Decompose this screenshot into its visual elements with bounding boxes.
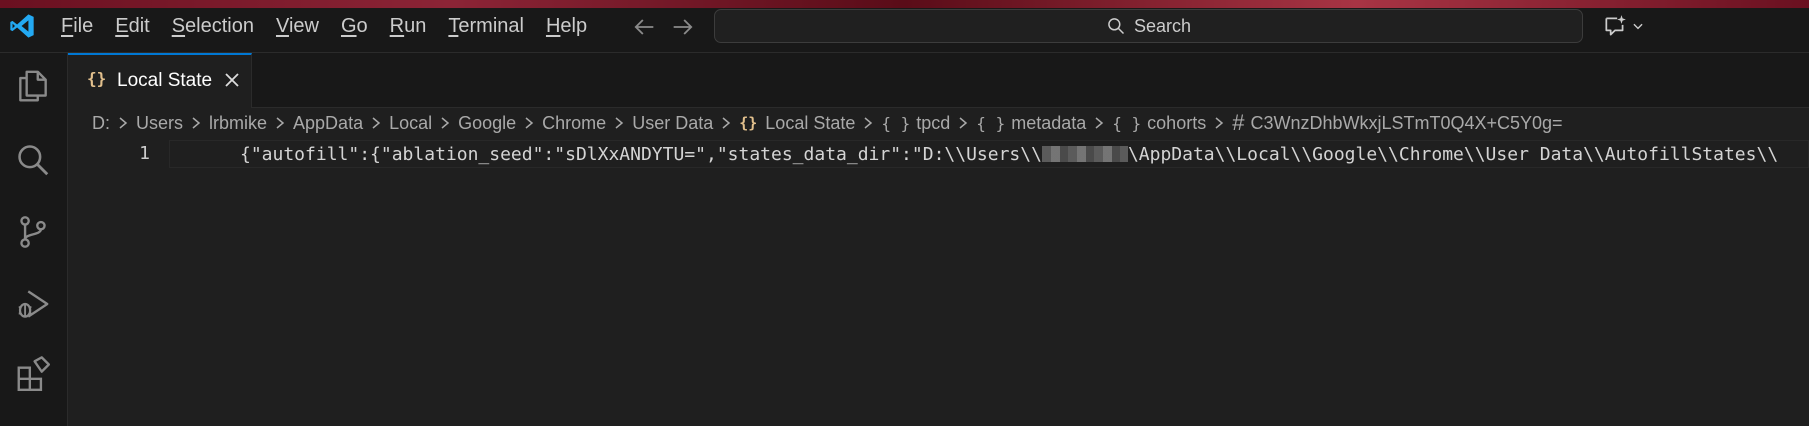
chevron-right-icon <box>276 117 285 129</box>
tab-label: Local State <box>117 70 213 91</box>
editor-area[interactable]: 1 {"autofill":{"ablation_seed":"sDlXxAND… <box>68 140 1809 426</box>
breadcrumb-drive[interactable]: D: <box>92 113 110 134</box>
go-forward-icon[interactable] <box>669 13 697 41</box>
code-text-after: \AppData\\Local\\Google\\Chrome\\User Da… <box>1127 144 1779 165</box>
breadcrumb-folder-user-data[interactable]: User Data <box>632 113 713 134</box>
chevron-right-icon <box>525 117 534 129</box>
go-back-icon[interactable] <box>630 13 658 41</box>
menu-help[interactable]: Help <box>535 0 598 53</box>
chevron-right-icon <box>119 117 128 129</box>
chevron-right-icon <box>1095 117 1104 129</box>
run-and-debug-icon[interactable] <box>14 285 52 323</box>
breadcrumb-folder-users[interactable]: Users <box>136 113 183 134</box>
tab-local-state[interactable]: {} Local State <box>68 53 252 108</box>
code-line[interactable]: {"autofill":{"ablation_seed":"sDlXxANDYT… <box>169 140 1809 168</box>
close-icon[interactable] <box>220 68 244 92</box>
chevron-down-icon <box>1633 23 1643 30</box>
chevron-right-icon <box>864 117 873 129</box>
breadcrumb-folder-appdata[interactable]: AppData <box>293 113 363 134</box>
menu-run[interactable]: Run <box>379 0 438 53</box>
line-number: 1 <box>139 143 150 164</box>
redacted-username <box>1041 146 1128 162</box>
json-file-icon: {} <box>739 114 758 132</box>
breadcrumb-file[interactable]: {} Local State <box>739 113 855 134</box>
extensions-icon[interactable] <box>14 355 52 393</box>
menu-bar: File Edit Selection View Go Run Terminal… <box>50 0 598 53</box>
command-center-search[interactable]: Search <box>714 9 1583 43</box>
chat-button[interactable] <box>1602 10 1648 42</box>
object-symbol-icon: { } <box>976 113 1006 133</box>
explorer-icon[interactable] <box>14 67 52 105</box>
breadcrumb: D: Users lrbmike AppData Local Google Ch… <box>92 109 1563 137</box>
chevron-right-icon <box>959 117 968 129</box>
activity-bar <box>0 53 68 426</box>
string-symbol-icon: # <box>1232 110 1245 135</box>
json-file-icon: {} <box>87 69 107 88</box>
breadcrumb-symbol-label: C3WnzDhbWkxjLSTmT0Q4X+C5Y0g= <box>1250 112 1563 133</box>
menu-file[interactable]: File <box>50 0 104 53</box>
title-bar: File Edit Selection View Go Run Terminal… <box>0 0 1809 53</box>
chevron-right-icon <box>722 117 731 129</box>
chevron-right-icon <box>192 117 201 129</box>
vscode-logo-icon[interactable] <box>8 12 36 40</box>
chevron-right-icon <box>441 117 450 129</box>
breadcrumb-symbol-tpcd[interactable]: { } tpcd <box>881 113 950 134</box>
breadcrumb-folder-google[interactable]: Google <box>458 113 516 134</box>
menu-go[interactable]: Go <box>330 0 379 53</box>
search-view-icon[interactable] <box>14 141 52 179</box>
menu-terminal[interactable]: Terminal <box>437 0 535 53</box>
menu-edit[interactable]: Edit <box>104 0 160 53</box>
object-symbol-icon: { } <box>881 113 911 133</box>
chat-sparkle-icon <box>1605 15 1626 36</box>
breadcrumb-symbol-label: tpcd <box>916 112 951 133</box>
breadcrumb-folder-user[interactable]: lrbmike <box>209 113 267 134</box>
editor-tab-bar: {} Local State <box>68 53 1809 108</box>
breadcrumb-file-label: Local State <box>765 112 856 133</box>
chevron-right-icon <box>372 117 381 129</box>
breadcrumb-symbol-label: metadata <box>1011 112 1087 133</box>
object-symbol-icon: { } <box>1112 113 1142 133</box>
breadcrumb-folder-chrome[interactable]: Chrome <box>542 113 606 134</box>
breadcrumb-symbol-label: cohorts <box>1147 112 1207 133</box>
breadcrumb-symbol-cohorts[interactable]: { } cohorts <box>1112 113 1206 134</box>
breadcrumb-symbol-metadata[interactable]: { } metadata <box>976 113 1086 134</box>
source-control-icon[interactable] <box>14 213 52 251</box>
menu-view[interactable]: View <box>265 0 330 53</box>
breadcrumb-folder-local[interactable]: Local <box>389 113 432 134</box>
chevron-right-icon <box>1215 117 1224 129</box>
code-text-before: {"autofill":{"ablation_seed":"sDlXxANDYT… <box>240 144 1042 165</box>
search-label: Search <box>1133 15 1192 36</box>
breadcrumb-symbol-key[interactable]: # C3WnzDhbWkxjLSTmT0Q4X+C5Y0g= <box>1232 110 1562 136</box>
chevron-right-icon <box>615 117 624 129</box>
search-icon <box>1108 18 1124 35</box>
menu-selection[interactable]: Selection <box>161 0 265 53</box>
